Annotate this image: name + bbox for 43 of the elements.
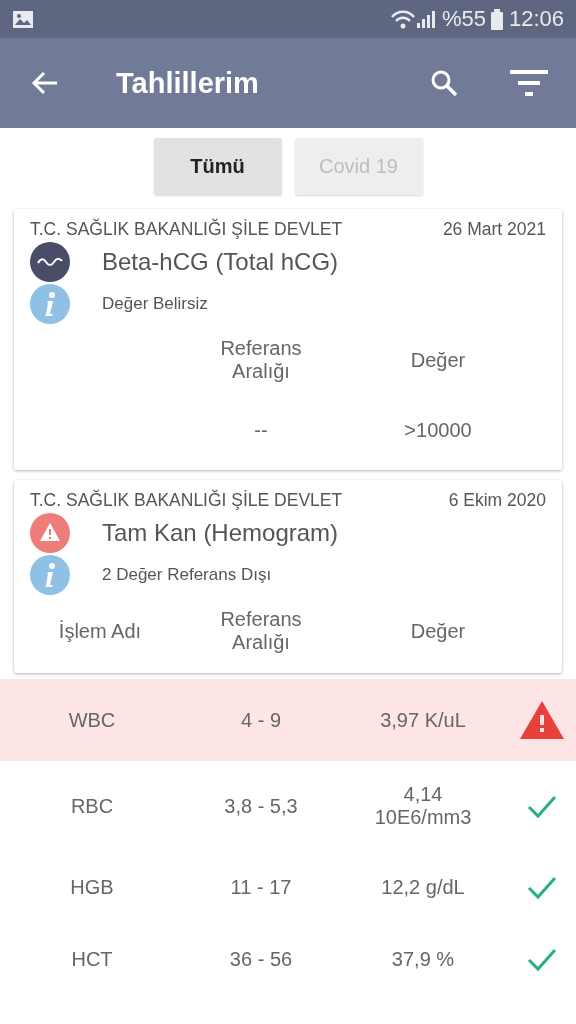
- test-code: WBC: [68, 708, 116, 732]
- result-summary: Değer Belirsiz: [102, 294, 208, 314]
- result-date: 6 Ekim 2020: [448, 490, 546, 511]
- gallery-icon: [12, 9, 34, 29]
- info-icon: [30, 284, 70, 324]
- search-button[interactable]: [430, 69, 458, 97]
- column-header: Değer: [410, 348, 466, 372]
- reference-range: 3,8 - 5,3: [224, 794, 298, 818]
- filter-icon: [510, 70, 548, 96]
- test-code: HCT: [71, 947, 113, 971]
- filter-button[interactable]: [510, 70, 548, 96]
- result-card[interactable]: T.C. SAĞLIK BAKANLIĞI ŞİLE DEVLET 6 Ekim 2020 Tam Kan (Hemogram) 2 Değer Referans Dışı İşlem Adı Referans Aralığı Değer: [14, 480, 562, 673]
- clock-time: 12:06: [508, 6, 564, 32]
- reference-range: 4 - 9: [241, 708, 281, 732]
- result-value: >10000: [404, 418, 472, 442]
- result-value: 3,97 K/uL: [380, 708, 466, 732]
- test-name: Beta-hCG (Total hCG): [102, 248, 339, 276]
- column-header: Değer: [410, 619, 466, 643]
- test-name: Tam Kan (Hemogram): [102, 519, 339, 547]
- filter-tab[interactable]: Tümü: [153, 138, 282, 195]
- screen-title: Tahlillerim: [116, 66, 260, 100]
- result-value: 4,14 10E6/mm3: [373, 783, 473, 829]
- test-code: HGB: [70, 875, 114, 899]
- signal-icon: [415, 9, 436, 29]
- result-date: 26 Mart 2021: [442, 219, 546, 240]
- column-header: Referans Aralığı: [219, 608, 303, 654]
- reference-range: --: [254, 418, 268, 442]
- column-header: İşlem Adı: [58, 619, 142, 643]
- hospital-name: T.C. SAĞLIK BAKANLIĞI ŞİLE DEVLET: [30, 219, 343, 240]
- search-icon: [430, 69, 458, 97]
- result-value: 37,9 %: [391, 947, 455, 971]
- hospital-name: T.C. SAĞLIK BAKANLIĞI ŞİLE DEVLET: [30, 490, 343, 511]
- reference-range: 11 - 17: [230, 875, 292, 899]
- battery-icon: [490, 8, 503, 30]
- column-header: Referans Aralığı: [219, 337, 303, 383]
- result-value: 12,2 g/dL: [381, 875, 465, 899]
- result-card[interactable]: T.C. SAĞLIK BAKANLIĞI ŞİLE DEVLET 26 Mart 2021 Beta-hCG (Total hCG) Değer Belirsiz Referans Aralığı Değer -- >10000: [14, 209, 562, 470]
- wifi-icon: [389, 8, 416, 30]
- reference-range: 36 - 56: [229, 947, 293, 971]
- result-summary: 2 Değer Referans Dışı: [102, 565, 272, 585]
- info-icon: [30, 555, 70, 595]
- test-code: RBC: [70, 794, 114, 818]
- battery-percentage: %55: [441, 6, 486, 32]
